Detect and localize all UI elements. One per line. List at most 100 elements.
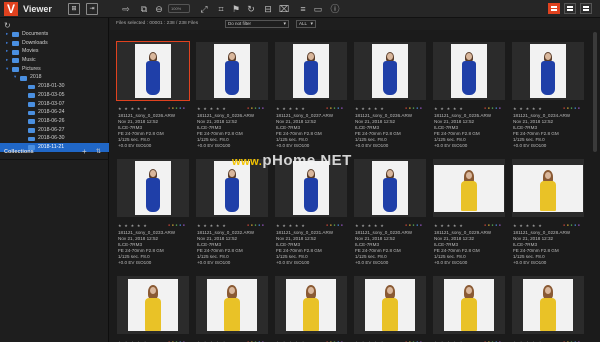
rating-stars[interactable]: ★ ★ ★ ★ ★ — [513, 106, 543, 111]
image-icon[interactable]: ▭ — [312, 3, 324, 15]
color-labels[interactable]: ● ● ● ● ● — [247, 106, 264, 110]
photo-thumbnail[interactable] — [433, 159, 505, 217]
scroll-thumb[interactable] — [593, 32, 597, 152]
tree-item[interactable]: 2018-01-30 — [0, 82, 109, 91]
chevron-right-icon[interactable]: ▸ — [6, 39, 8, 48]
color-labels[interactable]: ● ● ● ● ● — [405, 223, 422, 227]
filter-dropdown[interactable]: Do not filter — [225, 20, 289, 28]
rating-stars[interactable]: ★ ★ ★ ★ ★ — [197, 223, 227, 228]
color-labels[interactable]: ● ● ● ● ● — [247, 223, 264, 227]
tree-item[interactable]: ▾ 2018 — [0, 73, 109, 82]
export-icon[interactable]: ⇥ — [86, 3, 98, 15]
photo-thumbnail[interactable] — [117, 159, 189, 217]
color-labels[interactable]: ● ● ● ● ● — [168, 106, 185, 110]
folder-icon — [12, 67, 19, 72]
color-label-dot[interactable]: ● — [262, 106, 264, 110]
photo-thumbnail[interactable] — [116, 41, 190, 101]
tree-item[interactable]: 2018-06-26 — [0, 117, 109, 126]
tree-item[interactable]: 2018-06-24 — [0, 108, 109, 117]
photo-thumbnail[interactable] — [196, 42, 268, 100]
trash-icon[interactable]: ⌧ — [278, 3, 290, 15]
detail-view-button[interactable] — [580, 3, 592, 14]
chevron-down-icon[interactable]: ▾ — [6, 65, 8, 74]
color-labels[interactable]: ● ● ● ● ● — [405, 106, 422, 110]
tree-item[interactable]: ▸ Documents — [0, 30, 109, 39]
photo-thumbnail[interactable] — [275, 276, 347, 334]
tree-item[interactable]: ▾ Pictures — [0, 65, 109, 74]
compare-icon[interactable]: ⊟ — [262, 3, 274, 15]
rating-stars[interactable]: ★ ★ ★ ★ ★ — [118, 106, 148, 111]
rating-stars[interactable]: ★ ★ ★ ★ ★ — [276, 106, 306, 111]
fit-icon[interactable]: ⤢ — [198, 3, 210, 15]
photo-thumbnail[interactable] — [275, 42, 347, 100]
folder-icon — [28, 127, 35, 133]
color-labels[interactable]: ● ● ● ● ● — [484, 223, 501, 227]
photo-thumbnail[interactable] — [512, 42, 584, 100]
zoom-select[interactable]: 100% — [168, 4, 190, 13]
color-labels[interactable]: ● ● ● ● ● — [168, 223, 185, 227]
refresh-icon[interactable]: ↻ — [4, 21, 11, 30]
rating-stars[interactable]: ★ ★ ★ ★ ★ — [513, 223, 543, 228]
import-icon[interactable]: ⇨ — [120, 3, 132, 15]
grid-scrollbar[interactable] — [592, 30, 598, 342]
color-label-dot[interactable]: ● — [499, 106, 501, 110]
rating-stars[interactable]: ★ ★ ★ ★ ★ — [434, 106, 464, 111]
tree-item[interactable]: ▸ Music — [0, 56, 109, 65]
tree-item[interactable]: 2018-06-30 — [0, 134, 109, 143]
color-label-dot[interactable]: ● — [183, 106, 185, 110]
crop-icon[interactable]: ⌗ — [215, 3, 227, 15]
sliders-icon[interactable]: ≡ — [297, 3, 309, 15]
color-labels[interactable]: ● ● ● ● ● — [326, 223, 343, 227]
photo-thumbnail[interactable] — [512, 276, 584, 334]
color-label-dot[interactable]: ● — [578, 106, 580, 110]
color-labels[interactable]: ● ● ● ● ● — [563, 223, 580, 227]
tree-item[interactable]: 2018-03-07 — [0, 100, 109, 109]
scope-dropdown[interactable]: ALL — [296, 20, 316, 28]
tree-item[interactable]: ▸ Downloads — [0, 39, 109, 48]
copy-icon[interactable]: ⧉ — [138, 3, 150, 15]
rating-stars[interactable]: ★ ★ ★ ★ ★ — [355, 223, 385, 228]
zoom-out-icon[interactable]: ⊖ — [153, 3, 165, 15]
photo-thumbnail[interactable] — [354, 42, 426, 100]
chevron-right-icon[interactable]: ▸ — [6, 30, 8, 39]
tree-item[interactable]: ▸ Movies — [0, 47, 109, 56]
color-label-dot[interactable]: ● — [341, 223, 343, 227]
list-view-button[interactable] — [564, 3, 576, 14]
color-labels[interactable]: ● ● ● ● ● — [484, 106, 501, 110]
color-labels[interactable]: ● ● ● ● ● — [563, 106, 580, 110]
flag-icon[interactable]: ⚑ — [230, 3, 242, 15]
color-label-dot[interactable]: ● — [499, 223, 501, 227]
photo-thumbnail[interactable] — [354, 276, 426, 334]
info-icon[interactable]: ⓘ — [329, 3, 341, 15]
rating-stars[interactable]: ★ ★ ★ ★ ★ — [355, 106, 385, 111]
tree-item[interactable]: 2018-06-27 — [0, 126, 109, 135]
color-label-dot[interactable]: ● — [341, 106, 343, 110]
rating-stars[interactable]: ★ ★ ★ ★ ★ — [118, 223, 148, 228]
sort-collections-icon[interactable]: ⇅ — [96, 148, 101, 155]
chevron-right-icon[interactable]: ▸ — [6, 56, 8, 65]
photo-thumbnail[interactable] — [433, 276, 505, 334]
color-label-dot[interactable]: ● — [578, 223, 580, 227]
chevron-right-icon[interactable]: ▸ — [6, 47, 8, 56]
rotate-icon[interactable]: ↻ — [245, 3, 257, 15]
tree-item[interactable]: 2018-03-05 — [0, 91, 109, 100]
chevron-down-icon[interactable]: ▾ — [14, 73, 16, 82]
color-label-dot[interactable]: ● — [420, 223, 422, 227]
tree-item-label: Downloads — [22, 39, 48, 46]
add-collection-icon[interactable]: + — [82, 147, 87, 156]
color-label-dot[interactable]: ● — [420, 106, 422, 110]
rating-stars[interactable]: ★ ★ ★ ★ ★ — [197, 106, 227, 111]
color-label-dot[interactable]: ● — [262, 223, 264, 227]
color-labels[interactable]: ● ● ● ● ● — [326, 106, 343, 110]
browse-mode-icon[interactable]: ⊞ — [68, 3, 80, 15]
grid-view-button[interactable] — [548, 3, 560, 14]
color-label-dot[interactable]: ● — [183, 223, 185, 227]
photo-thumbnail[interactable] — [196, 276, 268, 334]
rating-stars[interactable]: ★ ★ ★ ★ ★ — [276, 223, 306, 228]
photo-thumbnail[interactable] — [354, 159, 426, 217]
photo-preview — [135, 161, 171, 215]
rating-stars[interactable]: ★ ★ ★ ★ ★ — [434, 223, 464, 228]
photo-thumbnail[interactable] — [117, 276, 189, 334]
photo-thumbnail[interactable] — [512, 159, 584, 217]
photo-thumbnail[interactable] — [433, 42, 505, 100]
